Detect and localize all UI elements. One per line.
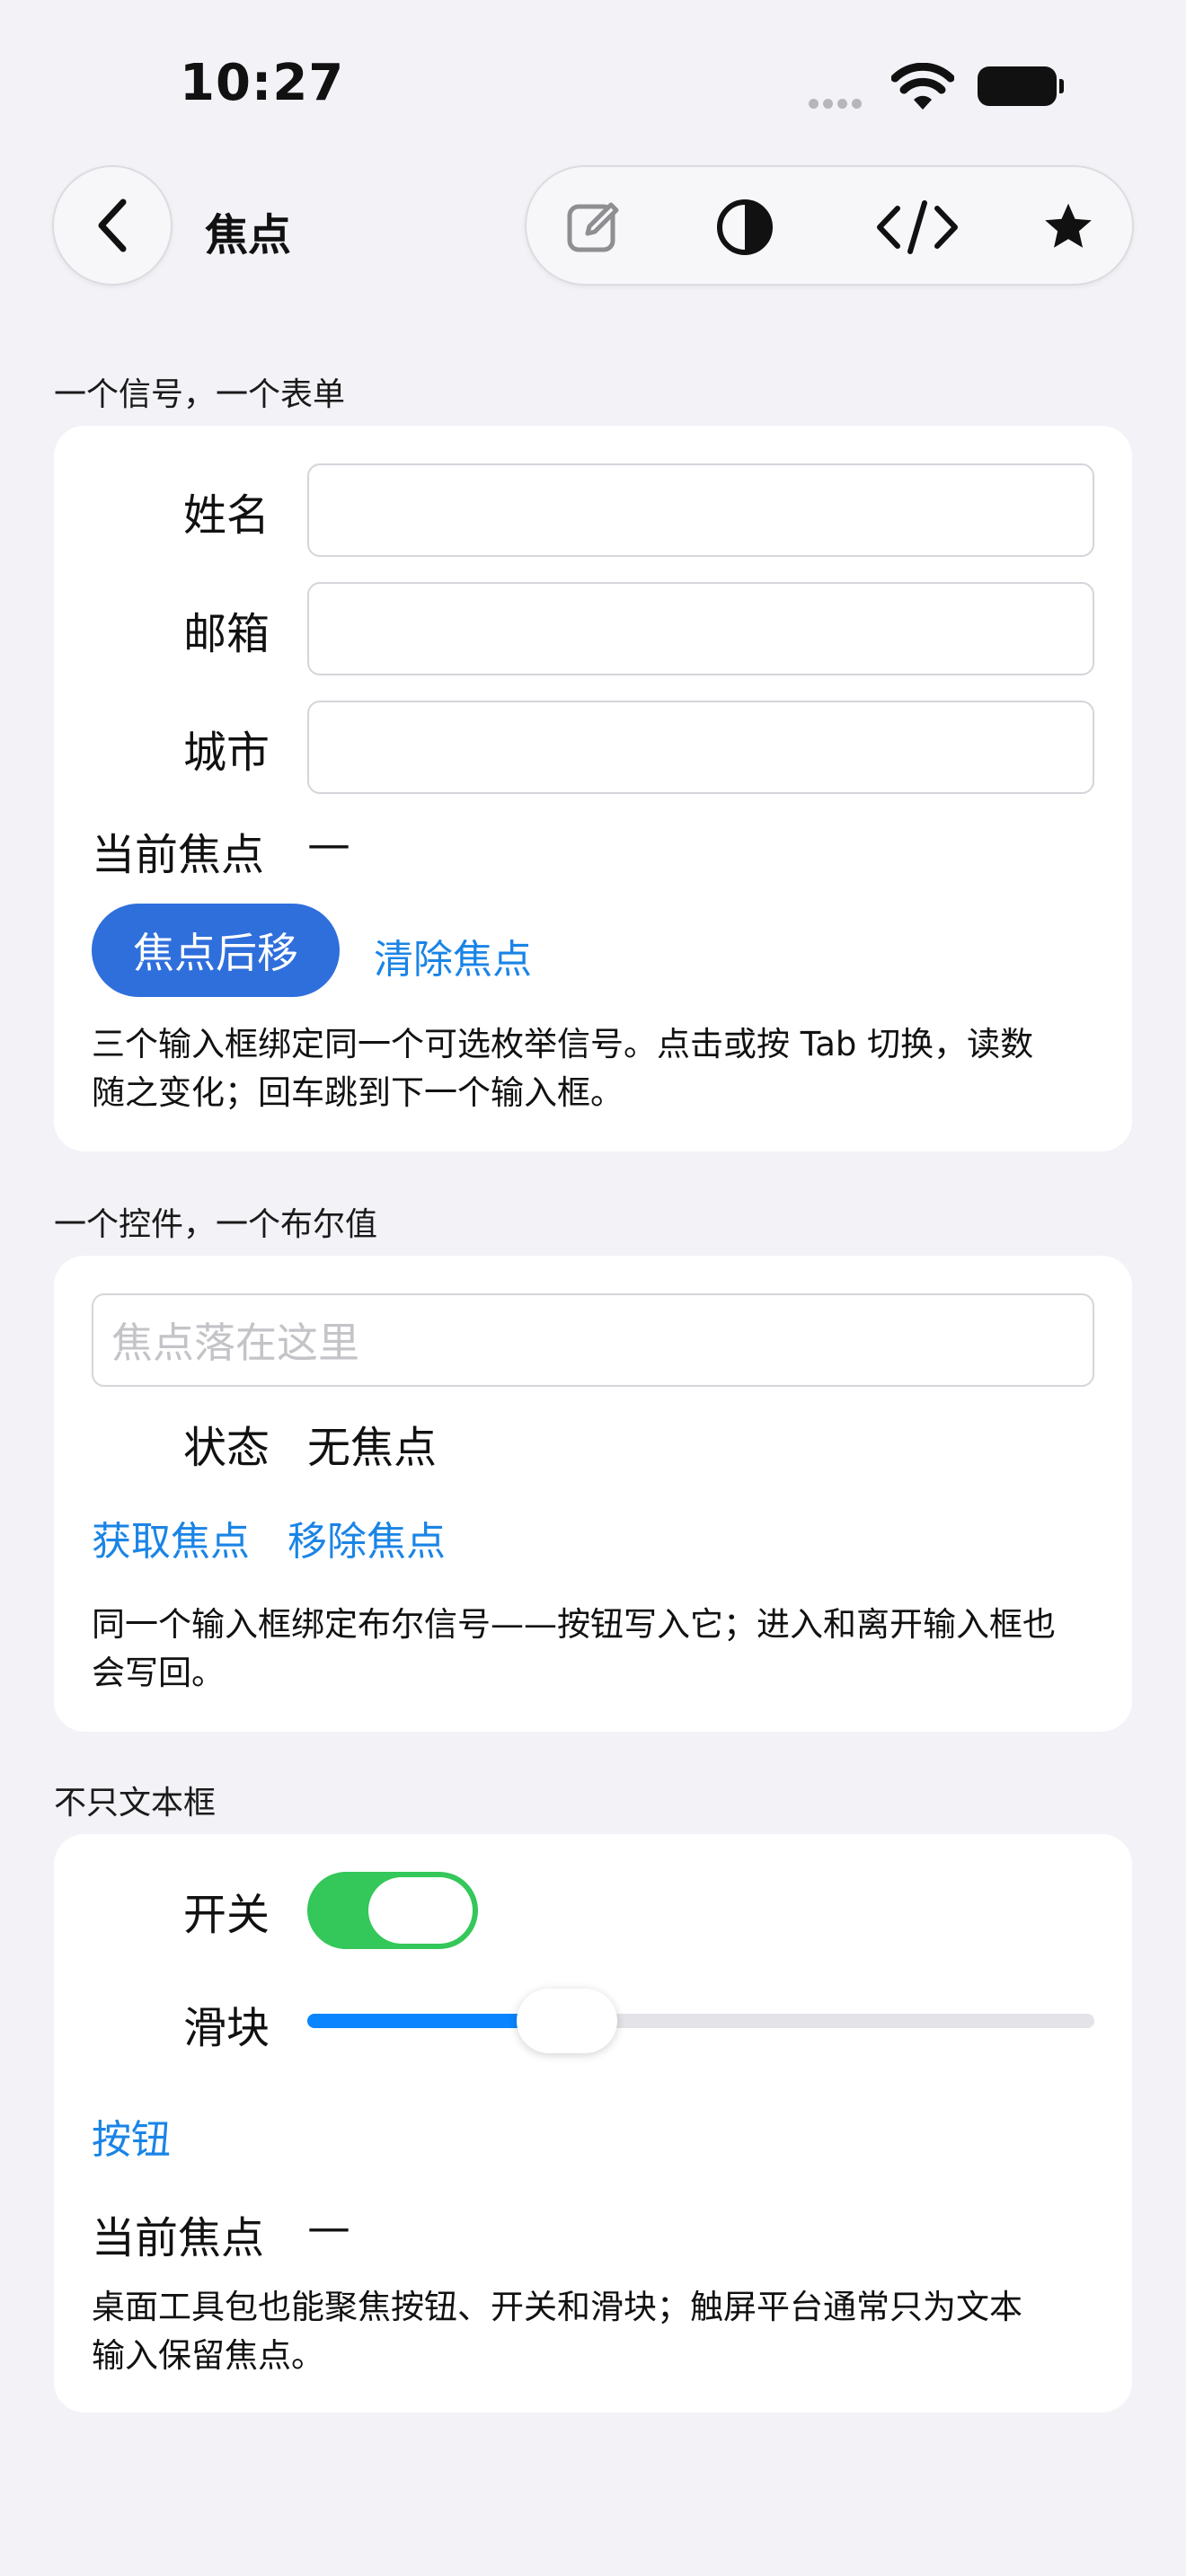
toolbar [525, 165, 1134, 286]
description-line-2: 随之变化；回车跳到下一个输入框。 [92, 1073, 624, 1112]
card-bool: 焦点落在这里 状态 无焦点 获取焦点 移除焦点 同一个输入框绑定布尔信号——按钮… [54, 1256, 1132, 1732]
wifi-icon [891, 63, 954, 110]
card-controls: 开关 滑块 按钮 当前焦点 — 桌面工具包也能聚焦按钮、开关和滑块；触屏平台通常… [54, 1834, 1132, 2413]
contrast-icon[interactable] [713, 196, 776, 259]
switch-label: 开关 [183, 1890, 270, 1940]
star-icon[interactable] [1037, 196, 1100, 259]
slider-label: 滑块 [183, 2003, 270, 2053]
page-title: 焦点 [205, 210, 292, 260]
code-icon[interactable] [868, 196, 967, 259]
current-focus-label: 当前焦点 [92, 830, 265, 880]
email-field[interactable] [307, 582, 1094, 675]
field-label-name: 姓名 [183, 490, 270, 541]
section-header-bool: 一个控件，一个布尔值 [54, 1206, 378, 1243]
back-button[interactable] [52, 165, 173, 286]
description-line-2: 输入保留焦点。 [92, 2336, 324, 2375]
description-line-2: 会写回。 [92, 1654, 225, 1692]
description-line-1: 三个输入框绑定同一个可选枚举信号。点击或按 Tab 切换，读数 [92, 1025, 1034, 1063]
focus-target-input[interactable]: 焦点落在这里 [92, 1293, 1094, 1387]
remove-focus-link[interactable]: 移除焦点 [288, 1509, 446, 1566]
get-focus-link[interactable]: 获取焦点 [92, 1509, 250, 1566]
city-field[interactable] [307, 701, 1094, 794]
battery-icon [978, 66, 1064, 106]
edit-icon[interactable] [562, 196, 625, 259]
field-label-email: 邮箱 [183, 609, 270, 659]
section-header-controls: 不只文本框 [54, 1785, 217, 1822]
slider-thumb[interactable] [517, 1989, 618, 2053]
clear-focus-link[interactable]: 清除焦点 [374, 927, 532, 984]
cellular-signal-icon [809, 95, 881, 109]
section-header-form: 一个信号，一个表单 [54, 376, 346, 413]
card-form: 姓名 邮箱 城市 当前焦点 — 焦点后移 清除焦点 三个输入框绑定同一个可选枚举… [54, 426, 1132, 1151]
focus-next-button[interactable]: 焦点后移 [92, 904, 340, 997]
current-focus-label: 当前焦点 [92, 2213, 265, 2263]
current-focus-value: — [307, 2202, 350, 2253]
status-time: 10:27 [180, 54, 345, 112]
status-icons [809, 63, 1069, 110]
field-label-city: 城市 [183, 728, 270, 778]
description-line-1: 同一个输入框绑定布尔信号——按钮写入它；进入和离开输入框也 [92, 1605, 1056, 1644]
button-link[interactable]: 按钮 [92, 2107, 171, 2165]
chevron-left-icon [98, 198, 127, 252]
name-field[interactable] [307, 463, 1094, 557]
description-line-1: 桌面工具包也能聚焦按钮、开关和滑块；触屏平台通常只为文本 [92, 2288, 1022, 2326]
focus-switch[interactable] [307, 1872, 478, 1949]
current-focus-value: — [307, 819, 350, 869]
switch-knob [368, 1877, 473, 1944]
state-value: 无焦点 [307, 1423, 438, 1473]
state-label: 状态 [183, 1423, 270, 1473]
